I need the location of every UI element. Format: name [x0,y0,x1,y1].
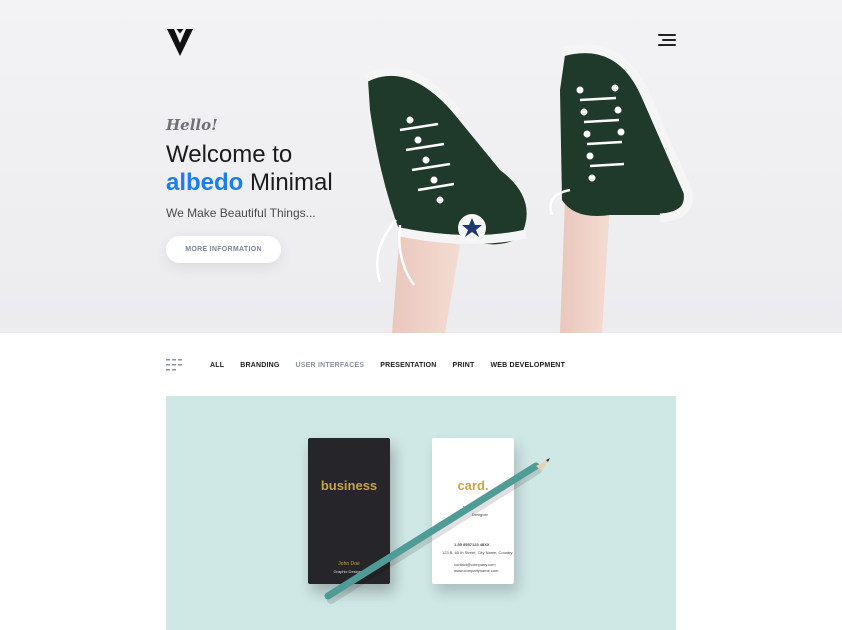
card-light-title: card. [457,478,489,493]
grid-icon[interactable] [166,359,182,371]
card-dark-role: Graphic Designer [333,569,365,574]
business-card-light: card. John Designer 1-55 8557123 48XX 12… [432,438,514,584]
pencil-image [324,458,550,604]
hero-title-line1: Welcome to [166,141,293,168]
card-light-role: Designer [472,512,489,517]
portfolio-item-business-card[interactable]: business John Doe Graphic Designer card.… [166,396,676,630]
business-card-dark: business John Doe Graphic Designer [308,438,390,584]
card-light-phone: 1-55 8557123 48XX [454,542,490,547]
hero-greeting: Hello! [166,116,218,134]
sneakers-image [364,44,693,333]
card-dark-name: John Doe [338,561,360,567]
filter-presentation[interactable]: PRESENTATION [380,362,436,369]
portfolio-filter-bar: ALL BRANDING USER INTERFACES PRESENTATIO… [166,358,581,372]
more-information-button[interactable]: MORE INFORMATION [166,236,281,263]
filter-user-interfaces[interactable]: USER INTERFACES [296,362,365,369]
card-light-email: contact@company.com [454,562,496,567]
card-light-website: www.companyname.com [454,568,499,573]
albedo-v-logo-icon[interactable] [166,27,194,57]
hero-title-accent: albedo [166,169,244,196]
hero-section: Hello! Welcome to albedo Minimal We Make… [0,0,842,333]
filter-branding[interactable]: BRANDING [240,362,279,369]
card-light-address: 123 B, 60 th Street, City Name, Country [442,550,513,555]
filter-web-development[interactable]: WEB DEVELOPMENT [490,362,565,369]
filter-all[interactable]: ALL [210,362,224,369]
hero-tagline: We Make Beautiful Things... [166,206,316,220]
filter-print[interactable]: PRINT [452,362,474,369]
hero-title-rest: Minimal [243,169,333,196]
card-dark-title: business [320,478,378,493]
hero-title-line2: albedo Minimal [166,169,333,197]
hero-title: Welcome to albedo Minimal [166,141,333,197]
